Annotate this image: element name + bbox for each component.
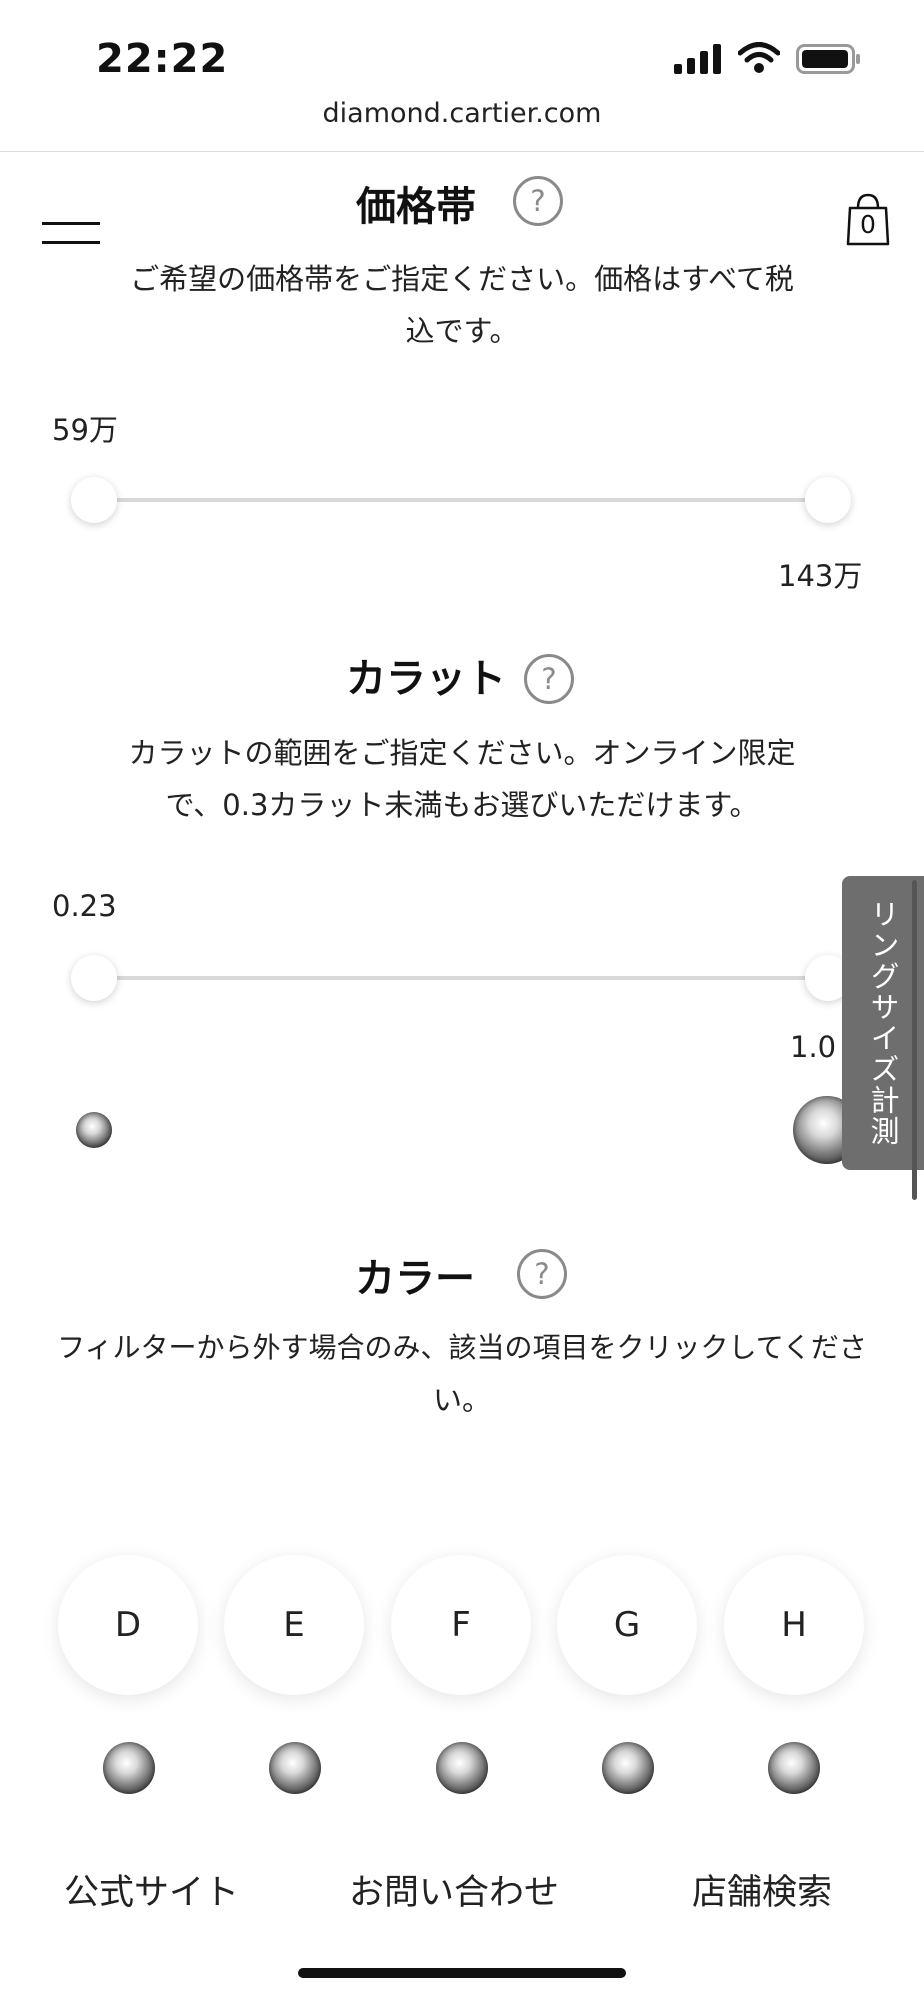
- battery-icon: [796, 44, 862, 78]
- address-bar-url[interactable]: diamond.cartier.com: [0, 98, 924, 129]
- price-max-value: 143万: [778, 559, 863, 593]
- address-bar-divider: [0, 151, 924, 152]
- carat-help-icon[interactable]: ?: [524, 654, 574, 704]
- footer-official-site-link[interactable]: 公式サイト: [64, 1864, 239, 1915]
- cellular-signal-icon: [674, 44, 722, 78]
- diamond-e-icon: [269, 1742, 321, 1794]
- carat-min-value: 0.23: [52, 889, 117, 923]
- price-help-icon[interactable]: ?: [513, 176, 563, 226]
- color-help-icon[interactable]: ?: [517, 1249, 567, 1299]
- carat-max-value: 1.0: [790, 1030, 837, 1064]
- color-grade-f-button[interactable]: F: [391, 1555, 531, 1695]
- carat-min-handle[interactable]: [71, 955, 117, 1001]
- color-grade-d-button[interactable]: D: [58, 1555, 198, 1695]
- small-diamond-icon: [76, 1112, 112, 1148]
- price-section-title: 価格帯: [356, 184, 476, 230]
- carat-description-line1: カラットの範囲をご指定ください。オンライン限定: [128, 736, 796, 770]
- diamond-f-icon: [436, 1742, 488, 1794]
- price-slider-track[interactable]: [94, 498, 828, 502]
- diamond-h-icon: [768, 1742, 820, 1794]
- wifi-icon: [737, 42, 781, 78]
- diamond-g-icon: [602, 1742, 654, 1794]
- color-description-line2: い。: [432, 1383, 491, 1417]
- color-grade-h-button[interactable]: H: [724, 1555, 864, 1695]
- carat-section-title: カラット: [346, 656, 506, 702]
- scroll-indicator: [912, 880, 917, 1200]
- color-description-line1: フィルターから外す場合のみ、該当の項目をクリックしてくださ: [57, 1331, 867, 1364]
- carat-slider-track[interactable]: [94, 976, 834, 980]
- price-description-line2: 込です。: [405, 314, 519, 348]
- diamond-d-icon: [103, 1742, 155, 1794]
- price-max-handle[interactable]: [805, 477, 851, 523]
- footer-contact-link[interactable]: お問い合わせ: [349, 1864, 559, 1915]
- hamburger-menu-icon[interactable]: [42, 222, 100, 244]
- shopping-bag-icon[interactable]: 0: [846, 192, 890, 250]
- cart-count: 0: [860, 210, 876, 239]
- carat-description-line2: で、0.3カラット未満もお選びいただけます。: [165, 788, 759, 822]
- status-time: 22:22: [96, 36, 229, 82]
- home-indicator[interactable]: [298, 1968, 626, 1978]
- color-section-title: カラー: [355, 1256, 475, 1302]
- price-min-value: 59万: [52, 413, 118, 447]
- footer-store-search-link[interactable]: 店舗検索: [692, 1864, 832, 1915]
- color-grade-g-button[interactable]: G: [557, 1555, 697, 1695]
- price-description-line1: ご希望の価格帯をご指定ください。価格はすべて税: [130, 262, 794, 296]
- color-grade-e-button[interactable]: E: [224, 1555, 364, 1695]
- price-min-handle[interactable]: [71, 477, 117, 523]
